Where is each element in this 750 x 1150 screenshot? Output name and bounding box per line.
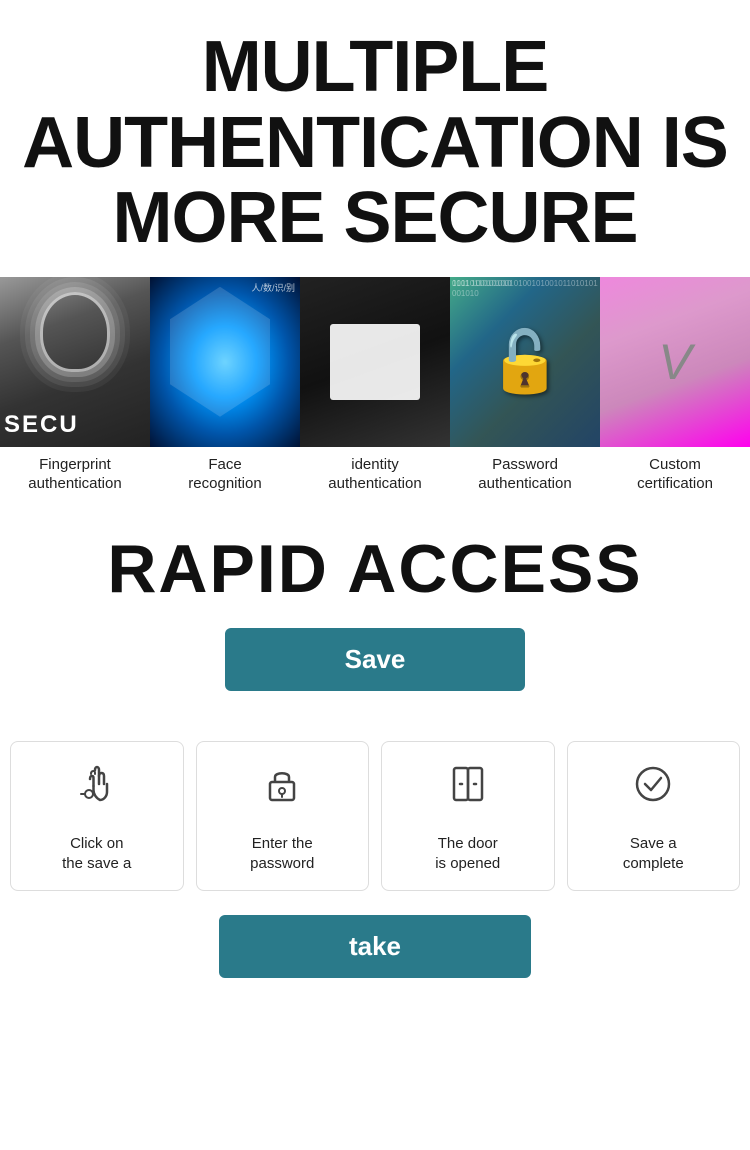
face-cell: 人/数/识/别 Face recognition xyxy=(150,277,300,500)
face-label: Face recognition xyxy=(184,447,265,500)
auth-methods-grid: Fingerprint authentication 人/数/识/别 Face … xyxy=(0,277,750,500)
fingerprint-cell: Fingerprint authentication xyxy=(0,277,150,500)
door-icon xyxy=(446,762,490,820)
fingerprint-label: Fingerprint authentication xyxy=(24,447,125,500)
custom-label: Custom certification xyxy=(633,447,717,500)
step-door-opened-label: The door is opened xyxy=(435,834,500,875)
identity-cell: identity authentication xyxy=(300,277,450,500)
custom-image: V xyxy=(600,277,750,447)
checkmark-icon xyxy=(631,762,675,820)
password-label: Password authentication xyxy=(474,447,575,500)
custom-cell: V Custom certification xyxy=(600,277,750,500)
page-header: MULTIPLE AUTHENTICATION IS MORE SECURE xyxy=(0,0,750,277)
step-click-save: Click on the save a xyxy=(10,741,184,892)
main-title: MULTIPLE AUTHENTICATION IS MORE SECURE xyxy=(20,30,730,257)
face-image: 人/数/识/别 xyxy=(150,277,300,447)
take-button-wrap: take xyxy=(0,915,750,1008)
identity-image xyxy=(300,277,450,447)
step-click-save-label: Click on the save a xyxy=(62,834,131,875)
identity-label: identity authentication xyxy=(324,447,425,500)
password-cell: 010101101010010100101001011010101001010 … xyxy=(450,277,600,500)
step-save-complete-label: Save a complete xyxy=(623,834,684,875)
save-button[interactable]: Save xyxy=(225,628,526,691)
step-enter-password: Enter the password xyxy=(196,741,370,892)
password-image: 010101101010010100101001011010101001010 … xyxy=(450,277,600,447)
rapid-access-section: RAPID ACCESS Save xyxy=(0,500,750,741)
steps-grid: Click on the save a Enter the password xyxy=(0,741,750,892)
rapid-title: RAPID ACCESS xyxy=(20,530,730,608)
fingerprint-image xyxy=(0,277,150,447)
step-save-complete: Save a complete xyxy=(567,741,741,892)
take-button[interactable]: take xyxy=(219,915,531,978)
step-door-opened: The door is opened xyxy=(381,741,555,892)
step-enter-password-label: Enter the password xyxy=(250,834,314,875)
finger-tap-icon xyxy=(75,762,119,820)
lock-step-icon xyxy=(260,762,304,820)
